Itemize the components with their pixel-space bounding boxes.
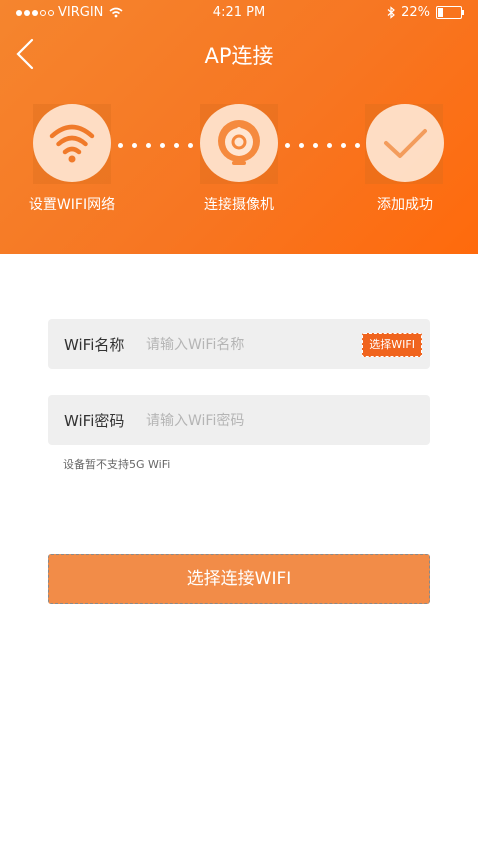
bluetooth-icon — [387, 6, 396, 19]
camera-icon — [218, 120, 260, 165]
step-circle — [33, 104, 111, 182]
status-right: 22% — [387, 5, 464, 20]
status-bar: VIRGIN 4:21 PM 22% — [0, 0, 478, 26]
step-circle — [366, 104, 444, 182]
step-label: 设置WIFI网络 — [28, 197, 116, 213]
wifi-name-field: WiFi名称 选择WIFI — [48, 319, 430, 369]
step-add-success: 添加成功 — [355, 104, 455, 214]
select-wifi-button[interactable]: 选择WIFI — [362, 333, 422, 357]
wifi-password-input[interactable] — [144, 405, 358, 437]
5g-unsupported-note: 设备暂不支持5G WiFi — [63, 458, 171, 471]
step-circle — [200, 104, 278, 182]
step-label: 添加成功 — [377, 197, 433, 213]
battery-percent: 22% — [401, 5, 430, 20]
header-banner: VIRGIN 4:21 PM 22% AP连接 设置WIFI网络 连接摄像机 添… — [0, 0, 478, 254]
wifi-password-label: WiFi密码 — [64, 412, 125, 430]
battery-icon — [436, 6, 464, 19]
step-connect-camera: 连接摄像机 — [189, 104, 289, 214]
step-connector — [118, 143, 193, 148]
connect-wifi-button[interactable]: 选择连接WIFI — [48, 554, 430, 604]
checkmark-icon — [384, 129, 427, 158]
wifi-name-label: WiFi名称 — [64, 336, 125, 354]
step-setup-wifi: 设置WIFI网络 — [22, 104, 122, 214]
progress-steps: 设置WIFI网络 连接摄像机 添加成功 — [0, 104, 478, 224]
wifi-password-field: WiFi密码 — [48, 395, 430, 445]
wifi-name-input[interactable] — [144, 329, 358, 361]
page-title: AP连接 — [204, 44, 274, 68]
wifi-icon — [49, 124, 95, 163]
step-label: 连接摄像机 — [204, 197, 274, 213]
step-connector — [285, 143, 360, 148]
